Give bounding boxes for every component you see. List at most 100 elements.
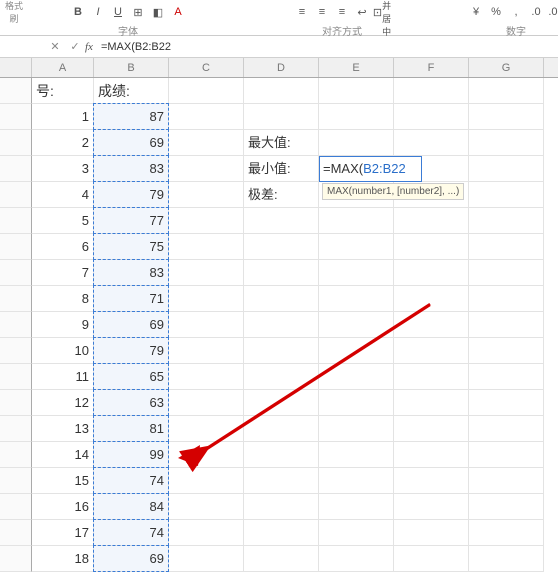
cell[interactable] [169, 182, 244, 208]
cell[interactable]: 69 [94, 130, 169, 156]
cell[interactable] [469, 364, 544, 390]
cell[interactable] [244, 260, 319, 286]
row-header[interactable] [0, 312, 32, 338]
cell[interactable]: 号: [32, 78, 94, 104]
cell[interactable]: 最小值: [244, 156, 319, 182]
cell[interactable] [319, 520, 394, 546]
cell[interactable] [319, 104, 394, 130]
cell[interactable] [169, 364, 244, 390]
cell[interactable] [394, 390, 469, 416]
cell[interactable] [244, 390, 319, 416]
fill-color-button[interactable]: ◧ [149, 3, 167, 21]
cell[interactable]: 1 [32, 104, 94, 130]
cell[interactable] [394, 312, 469, 338]
cell[interactable] [319, 416, 394, 442]
format-painter-button[interactable]: 格式刷 [5, 3, 23, 21]
cell[interactable] [469, 312, 544, 338]
cell[interactable] [244, 364, 319, 390]
cell[interactable] [394, 364, 469, 390]
row-header[interactable] [0, 130, 32, 156]
cell[interactable]: 3 [32, 156, 94, 182]
spreadsheet-grid[interactable]: A B C D E F G 号: 成绩: 187269最大值:383最小值:47… [0, 58, 558, 572]
col-header-f[interactable]: F [394, 58, 469, 77]
cell[interactable]: 6 [32, 234, 94, 260]
merge-button[interactable]: ⊡合并居中 [373, 3, 391, 21]
cell[interactable] [469, 234, 544, 260]
cell[interactable] [469, 182, 544, 208]
cell[interactable] [244, 442, 319, 468]
cell[interactable] [394, 416, 469, 442]
decimal-inc-button[interactable]: .0 [527, 3, 545, 21]
cancel-button[interactable]: ✕ [45, 38, 65, 56]
cell[interactable]: 79 [94, 182, 169, 208]
currency-button[interactable]: ¥ [467, 3, 485, 21]
row-header[interactable] [0, 468, 32, 494]
cell[interactable]: 14 [32, 442, 94, 468]
cell[interactable] [244, 520, 319, 546]
row-header[interactable] [0, 234, 32, 260]
cell[interactable]: 65 [94, 364, 169, 390]
cell[interactable] [469, 104, 544, 130]
cell[interactable] [394, 104, 469, 130]
cell[interactable]: 2 [32, 130, 94, 156]
align-left-button[interactable]: ≡ [293, 3, 311, 21]
col-header-a[interactable]: A [32, 58, 94, 77]
cell[interactable]: 17 [32, 520, 94, 546]
cell[interactable]: 81 [94, 416, 169, 442]
cell[interactable]: 99 [94, 442, 169, 468]
cell[interactable]: 4 [32, 182, 94, 208]
cell[interactable] [169, 520, 244, 546]
comma-button[interactable]: , [507, 3, 525, 21]
cell[interactable]: 15 [32, 468, 94, 494]
cell[interactable] [169, 546, 244, 572]
cell[interactable] [169, 468, 244, 494]
cell[interactable] [319, 468, 394, 494]
cell[interactable]: 84 [94, 494, 169, 520]
cell[interactable] [169, 78, 244, 104]
cell[interactable] [469, 130, 544, 156]
cell[interactable]: 成绩: [94, 78, 169, 104]
cell[interactable] [394, 338, 469, 364]
cell[interactable] [469, 468, 544, 494]
row-header[interactable] [0, 156, 32, 182]
cell[interactable] [469, 338, 544, 364]
confirm-button[interactable]: ✓ [65, 38, 85, 56]
cell[interactable]: 12 [32, 390, 94, 416]
cell[interactable]: 83 [94, 260, 169, 286]
cell[interactable]: 63 [94, 390, 169, 416]
row-header[interactable] [0, 104, 32, 130]
cell[interactable] [394, 78, 469, 104]
row-header[interactable] [0, 182, 32, 208]
decimal-dec-button[interactable]: .00 [547, 3, 558, 21]
cell[interactable] [169, 104, 244, 130]
cell[interactable] [394, 546, 469, 572]
align-center-button[interactable]: ≡ [313, 3, 331, 21]
row-header[interactable] [0, 494, 32, 520]
align-right-button[interactable]: ≡ [333, 3, 351, 21]
cell[interactable] [394, 494, 469, 520]
fx-label[interactable]: fx [85, 41, 93, 53]
cell[interactable] [244, 416, 319, 442]
cell[interactable]: 77 [94, 208, 169, 234]
cell[interactable]: 11 [32, 364, 94, 390]
cell[interactable] [469, 208, 544, 234]
cell[interactable] [394, 468, 469, 494]
cell[interactable] [469, 156, 544, 182]
editing-formula[interactable]: =MAX(B2:B22 [323, 156, 406, 182]
cell[interactable] [319, 364, 394, 390]
cell[interactable] [169, 156, 244, 182]
cell[interactable] [394, 260, 469, 286]
cell[interactable]: 5 [32, 208, 94, 234]
cell[interactable]: 9 [32, 312, 94, 338]
row-header[interactable] [0, 390, 32, 416]
cell[interactable]: 极差: [244, 182, 319, 208]
cell[interactable] [319, 338, 394, 364]
cell[interactable]: 83 [94, 156, 169, 182]
cell[interactable] [469, 78, 544, 104]
col-header-c[interactable]: C [169, 58, 244, 77]
cell[interactable] [394, 208, 469, 234]
percent-button[interactable]: % [487, 3, 505, 21]
cell[interactable] [244, 312, 319, 338]
cell[interactable] [169, 260, 244, 286]
cell[interactable] [469, 442, 544, 468]
